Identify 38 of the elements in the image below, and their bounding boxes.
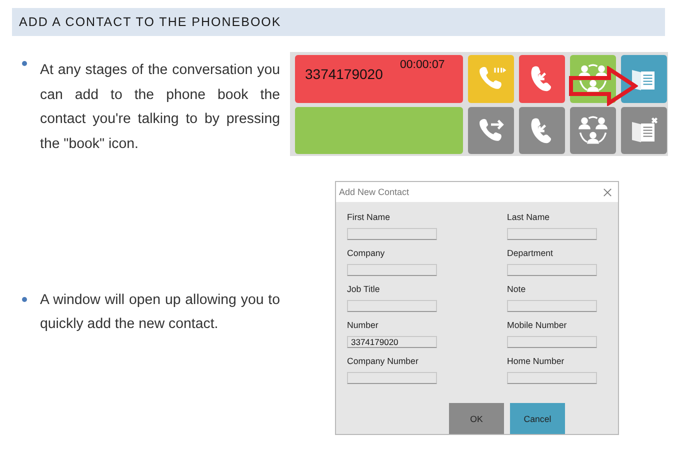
field-label: Note (507, 284, 527, 295)
call-timer: 00:00:07 (400, 59, 445, 71)
window-title: Add New Contact (339, 187, 410, 197)
input-field[interactable] (347, 228, 437, 240)
arrow-annotation (568, 66, 638, 106)
input-field[interactable] (347, 372, 437, 384)
step-text: A window will open up allowing you to quickly add the new contact. (40, 290, 280, 334)
input-field[interactable] (507, 264, 597, 276)
call-action-button[interactable] (519, 55, 565, 103)
input-field[interactable] (507, 336, 597, 348)
field-label: First Name (347, 212, 392, 223)
field-label: Mobile Number (507, 320, 568, 331)
section-heading: ADD A CONTACT TO THE PHONEBOOK (12, 8, 665, 36)
input-field[interactable] (507, 300, 597, 312)
input-field[interactable]: 3374179020 (347, 336, 437, 348)
field-label: Department (507, 248, 554, 259)
input-field[interactable] (507, 228, 597, 240)
call-action-button[interactable] (621, 107, 667, 154)
bullet-icon (22, 61, 27, 66)
field-label: Last Name (507, 212, 551, 223)
input-field[interactable] (507, 372, 597, 384)
close-icon[interactable] (603, 188, 612, 196)
caller-number: 3374179020 (305, 66, 383, 82)
dialog-button[interactable]: OK (449, 403, 504, 434)
field-label: Company Number (347, 356, 420, 367)
call-action-button[interactable] (468, 107, 514, 154)
step-text: At any stages of the conversation you can add to the phone book the contact you're talking to by pressing the "book" icon. (40, 61, 280, 154)
input-field[interactable] (347, 300, 437, 312)
bullet-icon (22, 296, 27, 302)
field-label: Company (347, 248, 386, 259)
call-action-button[interactable] (621, 55, 667, 103)
field-label: Number (347, 320, 380, 331)
dialog-button[interactable]: Cancel (510, 403, 565, 434)
input-field[interactable] (347, 264, 437, 276)
call-action-button[interactable] (519, 107, 565, 154)
field-label: Home Number (507, 356, 566, 367)
field-label: Job Title (347, 284, 381, 295)
call-action-button[interactable] (570, 107, 616, 154)
